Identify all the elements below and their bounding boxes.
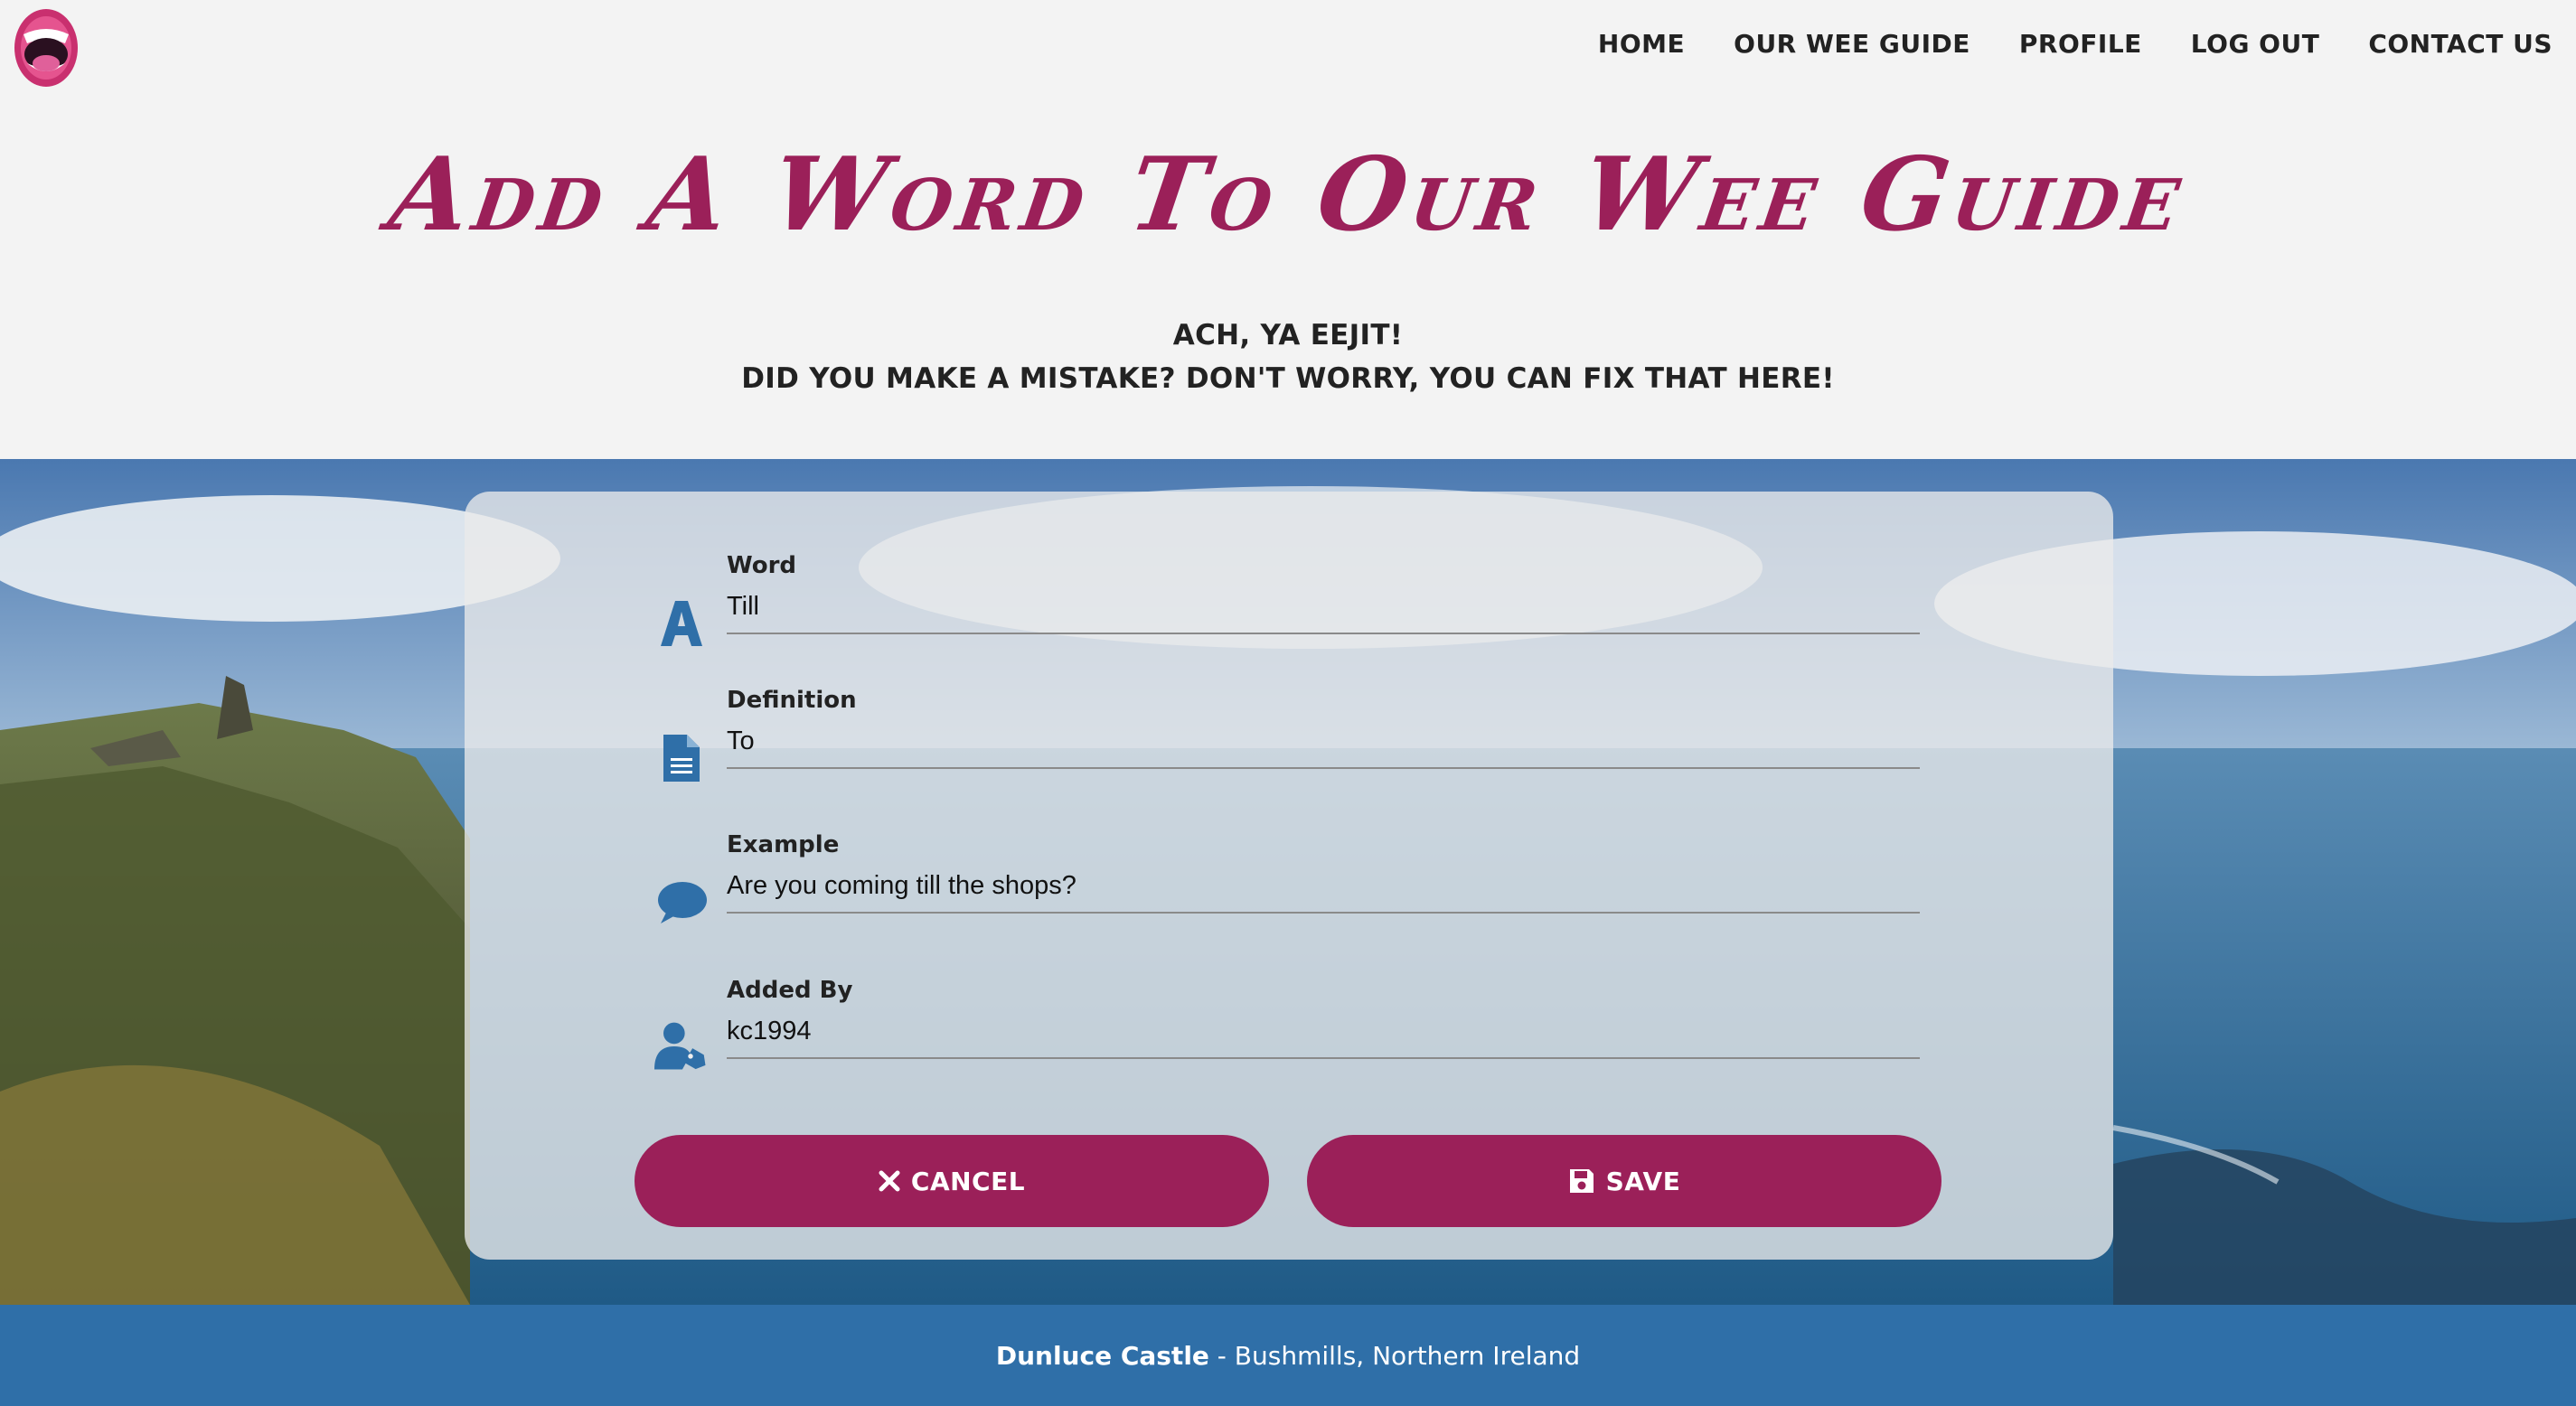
mouth-logo[interactable] <box>13 7 80 89</box>
close-icon <box>879 1170 900 1192</box>
footer-place: Dunluce Castle <box>995 1340 1209 1371</box>
save-button[interactable]: SAVE <box>1307 1135 1941 1227</box>
floppy-disk-icon <box>1569 1169 1594 1193</box>
footer-caption: Dunluce Castle - Bushmills, Northern Ire… <box>996 1341 1580 1371</box>
definition-input[interactable] <box>727 717 1920 769</box>
added-by-label: Added By <box>727 977 853 1004</box>
user-tag-icon <box>654 1019 709 1073</box>
save-label: SAVE <box>1605 1166 1681 1196</box>
word-field-group: Word <box>661 549 1920 646</box>
word-label: Word <box>727 552 797 579</box>
letter-a-icon <box>654 596 709 651</box>
cancel-label: CANCEL <box>910 1166 1026 1196</box>
nav-profile-link[interactable]: PROFILE <box>2019 29 2142 59</box>
footer: Dunluce Castle - Bushmills, Northern Ire… <box>0 1305 2576 1406</box>
nav-links: HOME OUR WEE GUIDE PROFILE LOG OUT CONTA… <box>1598 29 2552 59</box>
nav-guide-link[interactable]: OUR WEE GUIDE <box>1734 29 1970 59</box>
page-title: Add A Word To Our Wee Guide <box>382 136 2194 254</box>
speech-bubble-icon <box>654 876 709 930</box>
subtitle: ACH, YA EEJIT! DID YOU MAKE A MISTAKE? D… <box>0 314 2576 400</box>
document-icon <box>654 731 709 785</box>
nav-home-link[interactable]: HOME <box>1598 29 1685 59</box>
edit-word-form: Word Definition Example <box>465 492 2113 1260</box>
example-field-group: Example <box>658 829 1920 923</box>
navbar: HOME OUR WEE GUIDE PROFILE LOG OUT CONTA… <box>0 0 2576 94</box>
definition-field-group: Definition <box>663 684 1920 782</box>
subtitle-line-1: ACH, YA EEJIT! <box>1172 319 1404 352</box>
example-input[interactable] <box>727 861 1920 914</box>
added-by-input[interactable] <box>727 1007 1920 1059</box>
definition-label: Definition <box>727 687 857 714</box>
cancel-button[interactable]: CANCEL <box>635 1135 1269 1227</box>
footer-location: - Bushmills, Northern Ireland <box>1208 1340 1581 1371</box>
word-input[interactable] <box>727 582 1920 634</box>
added-by-field-group: Added By <box>654 974 1920 1070</box>
subtitle-line-2: DID YOU MAKE A MISTAKE? DON'T WORRY, YOU… <box>741 362 1835 395</box>
example-label: Example <box>727 831 840 858</box>
nav-contact-link[interactable]: CONTACT US <box>2368 29 2552 59</box>
nav-logout-link[interactable]: LOG OUT <box>2191 29 2320 59</box>
